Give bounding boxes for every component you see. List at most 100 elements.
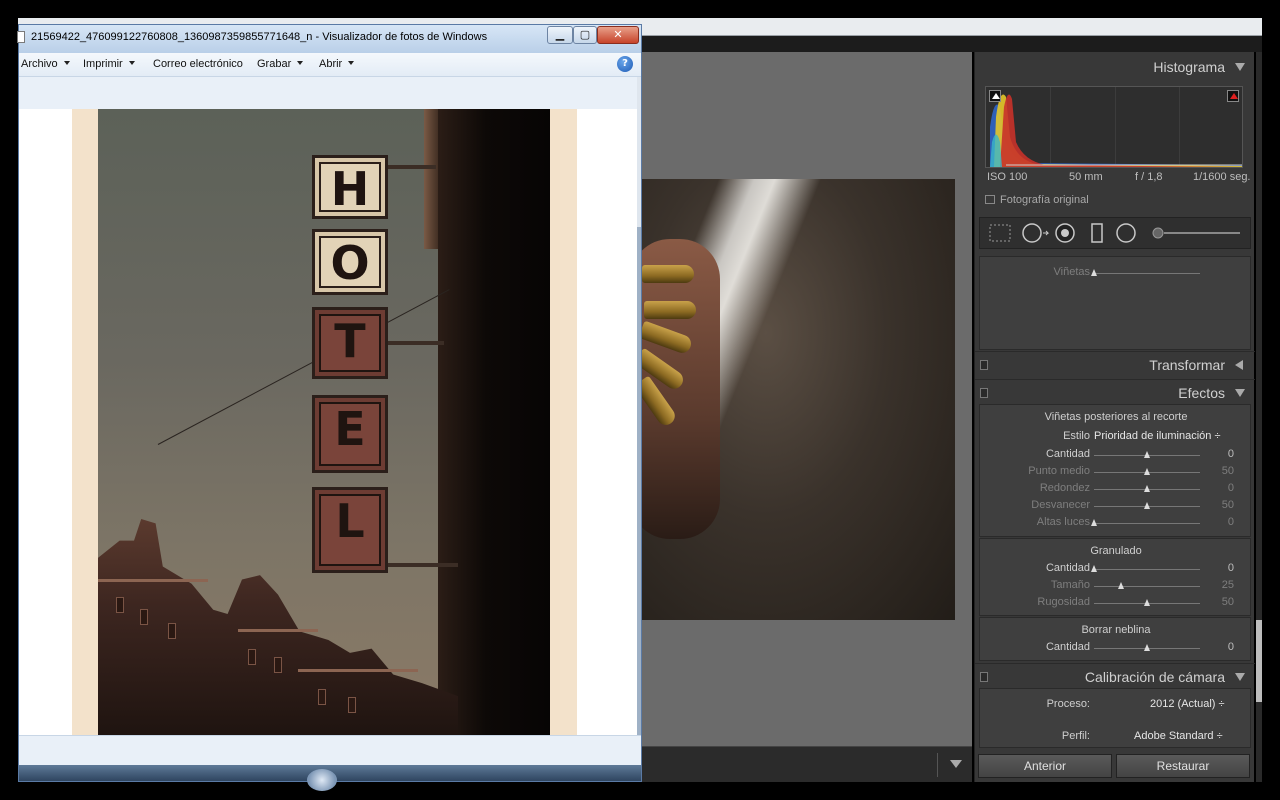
red-eye-icon[interactable] [1055, 222, 1077, 244]
slider-knob[interactable] [1144, 502, 1150, 509]
slider-track[interactable] [1091, 565, 1200, 572]
process-row[interactable]: Proceso: 2012 (Actual) ÷ [980, 697, 1252, 713]
previous-button[interactable]: Anterior [978, 754, 1112, 778]
panel-switch-icon[interactable] [980, 388, 988, 398]
transform-title: Transformar [1149, 357, 1225, 373]
slider-label: Cantidad [1045, 641, 1090, 653]
image-viewport[interactable]: H O T E L [19, 109, 637, 735]
slider-value: 0 [1227, 482, 1234, 494]
collapse-icon [1235, 673, 1245, 681]
slider-row[interactable]: Punto medio 50 [980, 464, 1252, 480]
slider-label: Altas luces [1036, 516, 1090, 528]
slider-row[interactable]: Cantidad 0 [980, 447, 1252, 463]
slider-row[interactable]: Tamaño 25 [980, 578, 1252, 594]
menu-label: Abrir [319, 58, 343, 70]
minimize-button[interactable]: ▁ [547, 26, 573, 44]
profile-dropdown[interactable]: Adobe Standard ÷ [1134, 730, 1223, 742]
sign-box: O [312, 229, 388, 295]
tool-strip [979, 217, 1251, 249]
exif-shutter: 1/1600 seg. [1193, 171, 1251, 183]
slider-track[interactable] [1094, 582, 1200, 589]
slider-knob[interactable] [1144, 599, 1150, 606]
original-photo-checkbox[interactable]: Fotografía original [985, 194, 1089, 206]
viewer-controls-bar [19, 735, 641, 765]
slider-knob[interactable] [1091, 269, 1097, 276]
transform-header[interactable]: Transformar [975, 351, 1255, 377]
panel-switch-icon[interactable] [980, 360, 988, 370]
lightroom-filmstrip-bar [640, 746, 972, 782]
title-bar[interactable]: 21569422_476099122760808_136098735985577… [17, 25, 641, 53]
slideshow-button[interactable] [307, 769, 337, 791]
help-icon[interactable]: ? [617, 56, 633, 72]
panel-switch-icon[interactable] [980, 672, 988, 682]
style-row[interactable]: Estilo Prioridad de iluminación ÷ [980, 429, 1252, 445]
slider-track[interactable] [1094, 451, 1200, 458]
slider-track[interactable] [1091, 519, 1200, 526]
slider-row[interactable]: Rugosidad 50 [980, 595, 1252, 611]
slider-label: Punto medio [1028, 465, 1090, 477]
filmstrip-toggle-icon[interactable] [950, 760, 962, 768]
camera-calibration-title: Calibración de cámara [1084, 669, 1225, 685]
menu-label: Imprimir [83, 58, 123, 70]
viewer-scrollbar[interactable] [637, 77, 641, 737]
menu-grabar[interactable]: Grabar [257, 58, 304, 70]
adjustment-brush-icon[interactable] [1150, 222, 1240, 244]
slider-track[interactable] [1094, 468, 1200, 475]
slider-track[interactable] [1094, 644, 1200, 651]
slider-knob[interactable] [1144, 644, 1150, 651]
slider-value: 50 [1221, 499, 1234, 511]
graduated-filter-icon[interactable] [1088, 222, 1106, 244]
lightroom-toolbar-band [640, 36, 1262, 52]
menu-abrir[interactable]: Abrir [319, 58, 355, 70]
slider-knob[interactable] [1144, 485, 1150, 492]
histogram-graph[interactable] [985, 86, 1243, 168]
highlight-clipping-icon[interactable] [1227, 90, 1239, 102]
histogram-header[interactable]: Histograma [975, 54, 1255, 80]
slider-row[interactable]: Cantidad 0 [980, 561, 1252, 577]
shadow-clipping-icon[interactable] [989, 90, 1001, 102]
spot-removal-icon[interactable] [1022, 222, 1052, 244]
effects-header[interactable]: Efectos [975, 379, 1255, 405]
exif-iso: ISO 100 [987, 171, 1028, 183]
scrollbar-thumb[interactable] [1256, 620, 1262, 702]
maximize-button[interactable]: ▢ [573, 26, 597, 44]
menu-bar: Archivo Imprimir Correo electrónico Grab… [19, 53, 641, 77]
vignette-slider-row[interactable]: Viñetas [980, 265, 1252, 281]
grain-panel: Granulado Cantidad 0 Tamaño 25 Rugosidad 50 [979, 538, 1251, 616]
slider-row[interactable]: Desvanecer 50 [980, 498, 1252, 514]
slider-row[interactable]: Cantidad 0 [980, 640, 1252, 656]
lens-corrections-panel: Viñetas [979, 256, 1251, 350]
radial-filter-icon[interactable] [1116, 222, 1138, 244]
process-dropdown[interactable]: 2012 (Actual) ÷ [1150, 698, 1225, 710]
slider-row[interactable]: Altas luces 0 [980, 515, 1252, 531]
grain-title: Granulado [1090, 545, 1142, 557]
slider-knob[interactable] [1144, 468, 1150, 475]
menu-imprimir[interactable]: Imprimir [83, 58, 135, 70]
slider-track[interactable] [1094, 485, 1200, 492]
sign-box: L [312, 487, 388, 573]
checkbox-icon [985, 195, 995, 204]
slider-track[interactable] [1094, 502, 1200, 509]
camera-calibration-header[interactable]: Calibración de cámara [975, 663, 1255, 689]
slider-row[interactable]: Redondez 0 [980, 481, 1252, 497]
slider-knob[interactable] [1117, 582, 1124, 589]
sign-letter: L [335, 494, 365, 548]
reset-button[interactable]: Restaurar [1116, 754, 1250, 778]
document-icon [17, 31, 25, 43]
slider-value: 0 [1227, 641, 1234, 653]
style-dropdown[interactable]: Prioridad de iluminación ÷ [1094, 430, 1221, 442]
slider-knob[interactable] [1091, 519, 1097, 526]
profile-row[interactable]: Perfil: Adobe Standard ÷ [980, 729, 1252, 745]
vignette-label: Viñetas [1053, 266, 1091, 278]
close-button[interactable]: ✕ [597, 26, 639, 44]
slider-knob[interactable] [1091, 565, 1097, 572]
slider-track[interactable] [1094, 599, 1200, 606]
process-label: Proceso: [1046, 698, 1090, 710]
slider-knob[interactable] [1144, 451, 1150, 458]
develop-right-panel: Histograma ISO 100 50 mm f / 1,8 1/1600 … [974, 52, 1255, 782]
menu-correo[interactable]: Correo electrónico [153, 58, 243, 70]
panel-scrollbar[interactable] [1256, 52, 1262, 782]
crop-tool-icon[interactable] [988, 222, 1012, 244]
scrollbar-thumb[interactable] [637, 227, 641, 737]
menu-archivo[interactable]: Archivo [21, 58, 70, 70]
